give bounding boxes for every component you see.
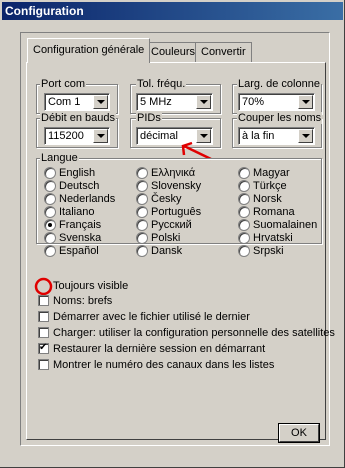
couper-label: Couper les noms	[237, 112, 323, 124]
radio-circle	[238, 219, 250, 231]
tab-couleurs[interactable]: Couleurs	[145, 42, 202, 62]
check-mark-icon	[38, 342, 49, 354]
radio-circle	[136, 193, 148, 205]
pids-label: PIDs	[136, 112, 162, 124]
tab-configuration-generale[interactable]: Configuration générale	[27, 38, 151, 63]
tol-frequ-label: Tol. fréqu.	[136, 78, 187, 90]
radio-circle	[136, 232, 148, 244]
debit-label: Débit en bauds	[40, 112, 116, 124]
langue-label: Langue	[40, 152, 79, 164]
couper-value: à la fin	[242, 130, 275, 142]
chevron-down-icon[interactable]	[93, 95, 108, 109]
radio-selected-dot	[48, 223, 52, 227]
radio-circle	[238, 245, 250, 257]
pids-value: décimal	[140, 130, 178, 142]
port-com-label: Port com	[40, 78, 87, 90]
couper-select[interactable]: à la fin	[238, 127, 315, 145]
chevron-down-icon[interactable]	[93, 129, 108, 143]
debit-select[interactable]: 115200	[44, 127, 110, 145]
radio-circle	[136, 206, 148, 218]
chevron-down-icon[interactable]	[196, 95, 211, 109]
radio-circle	[238, 167, 250, 179]
radio-circle	[136, 167, 148, 179]
checkbox-box	[38, 327, 49, 338]
configuration-dialog: Configuration Configuration générale Cou…	[0, 0, 345, 468]
tab-convertir[interactable]: Convertir	[195, 42, 252, 62]
checkbox-box	[38, 295, 49, 306]
port-com-select[interactable]: Com 1	[44, 93, 110, 111]
radio-circle	[238, 232, 250, 244]
radio-circle	[44, 232, 56, 244]
port-com-value: Com 1	[48, 96, 81, 108]
checkbox-box	[38, 359, 49, 370]
radio-circle	[238, 206, 250, 218]
tol-frequ-value: 5 MHz	[140, 96, 172, 108]
debit-value: 115200	[48, 130, 84, 142]
larg-colonne-label: Larg. de colonne	[237, 78, 321, 90]
ok-button[interactable]: OK	[278, 423, 320, 443]
radio-circle	[44, 167, 56, 179]
chevron-down-icon[interactable]	[298, 129, 313, 143]
radio-circle	[136, 245, 148, 257]
chevron-down-icon[interactable]	[298, 95, 313, 109]
radio-circle	[44, 219, 56, 231]
radio-circle	[44, 245, 56, 257]
radio-circle	[238, 180, 250, 192]
tol-frequ-select[interactable]: 5 MHz	[136, 93, 213, 111]
radio-circle	[44, 180, 56, 192]
radio-circle	[44, 206, 56, 218]
radio-circle	[44, 193, 56, 205]
radio-circle	[238, 193, 250, 205]
radio-circle	[136, 219, 148, 231]
checkbox-box	[38, 311, 49, 322]
larg-colonne-value: 70%	[242, 96, 265, 108]
larg-colonne-select[interactable]: 70%	[238, 93, 315, 111]
title-bar: Configuration	[2, 2, 343, 20]
radio-circle	[136, 180, 148, 192]
circle-annotation-icon	[34, 277, 53, 296]
